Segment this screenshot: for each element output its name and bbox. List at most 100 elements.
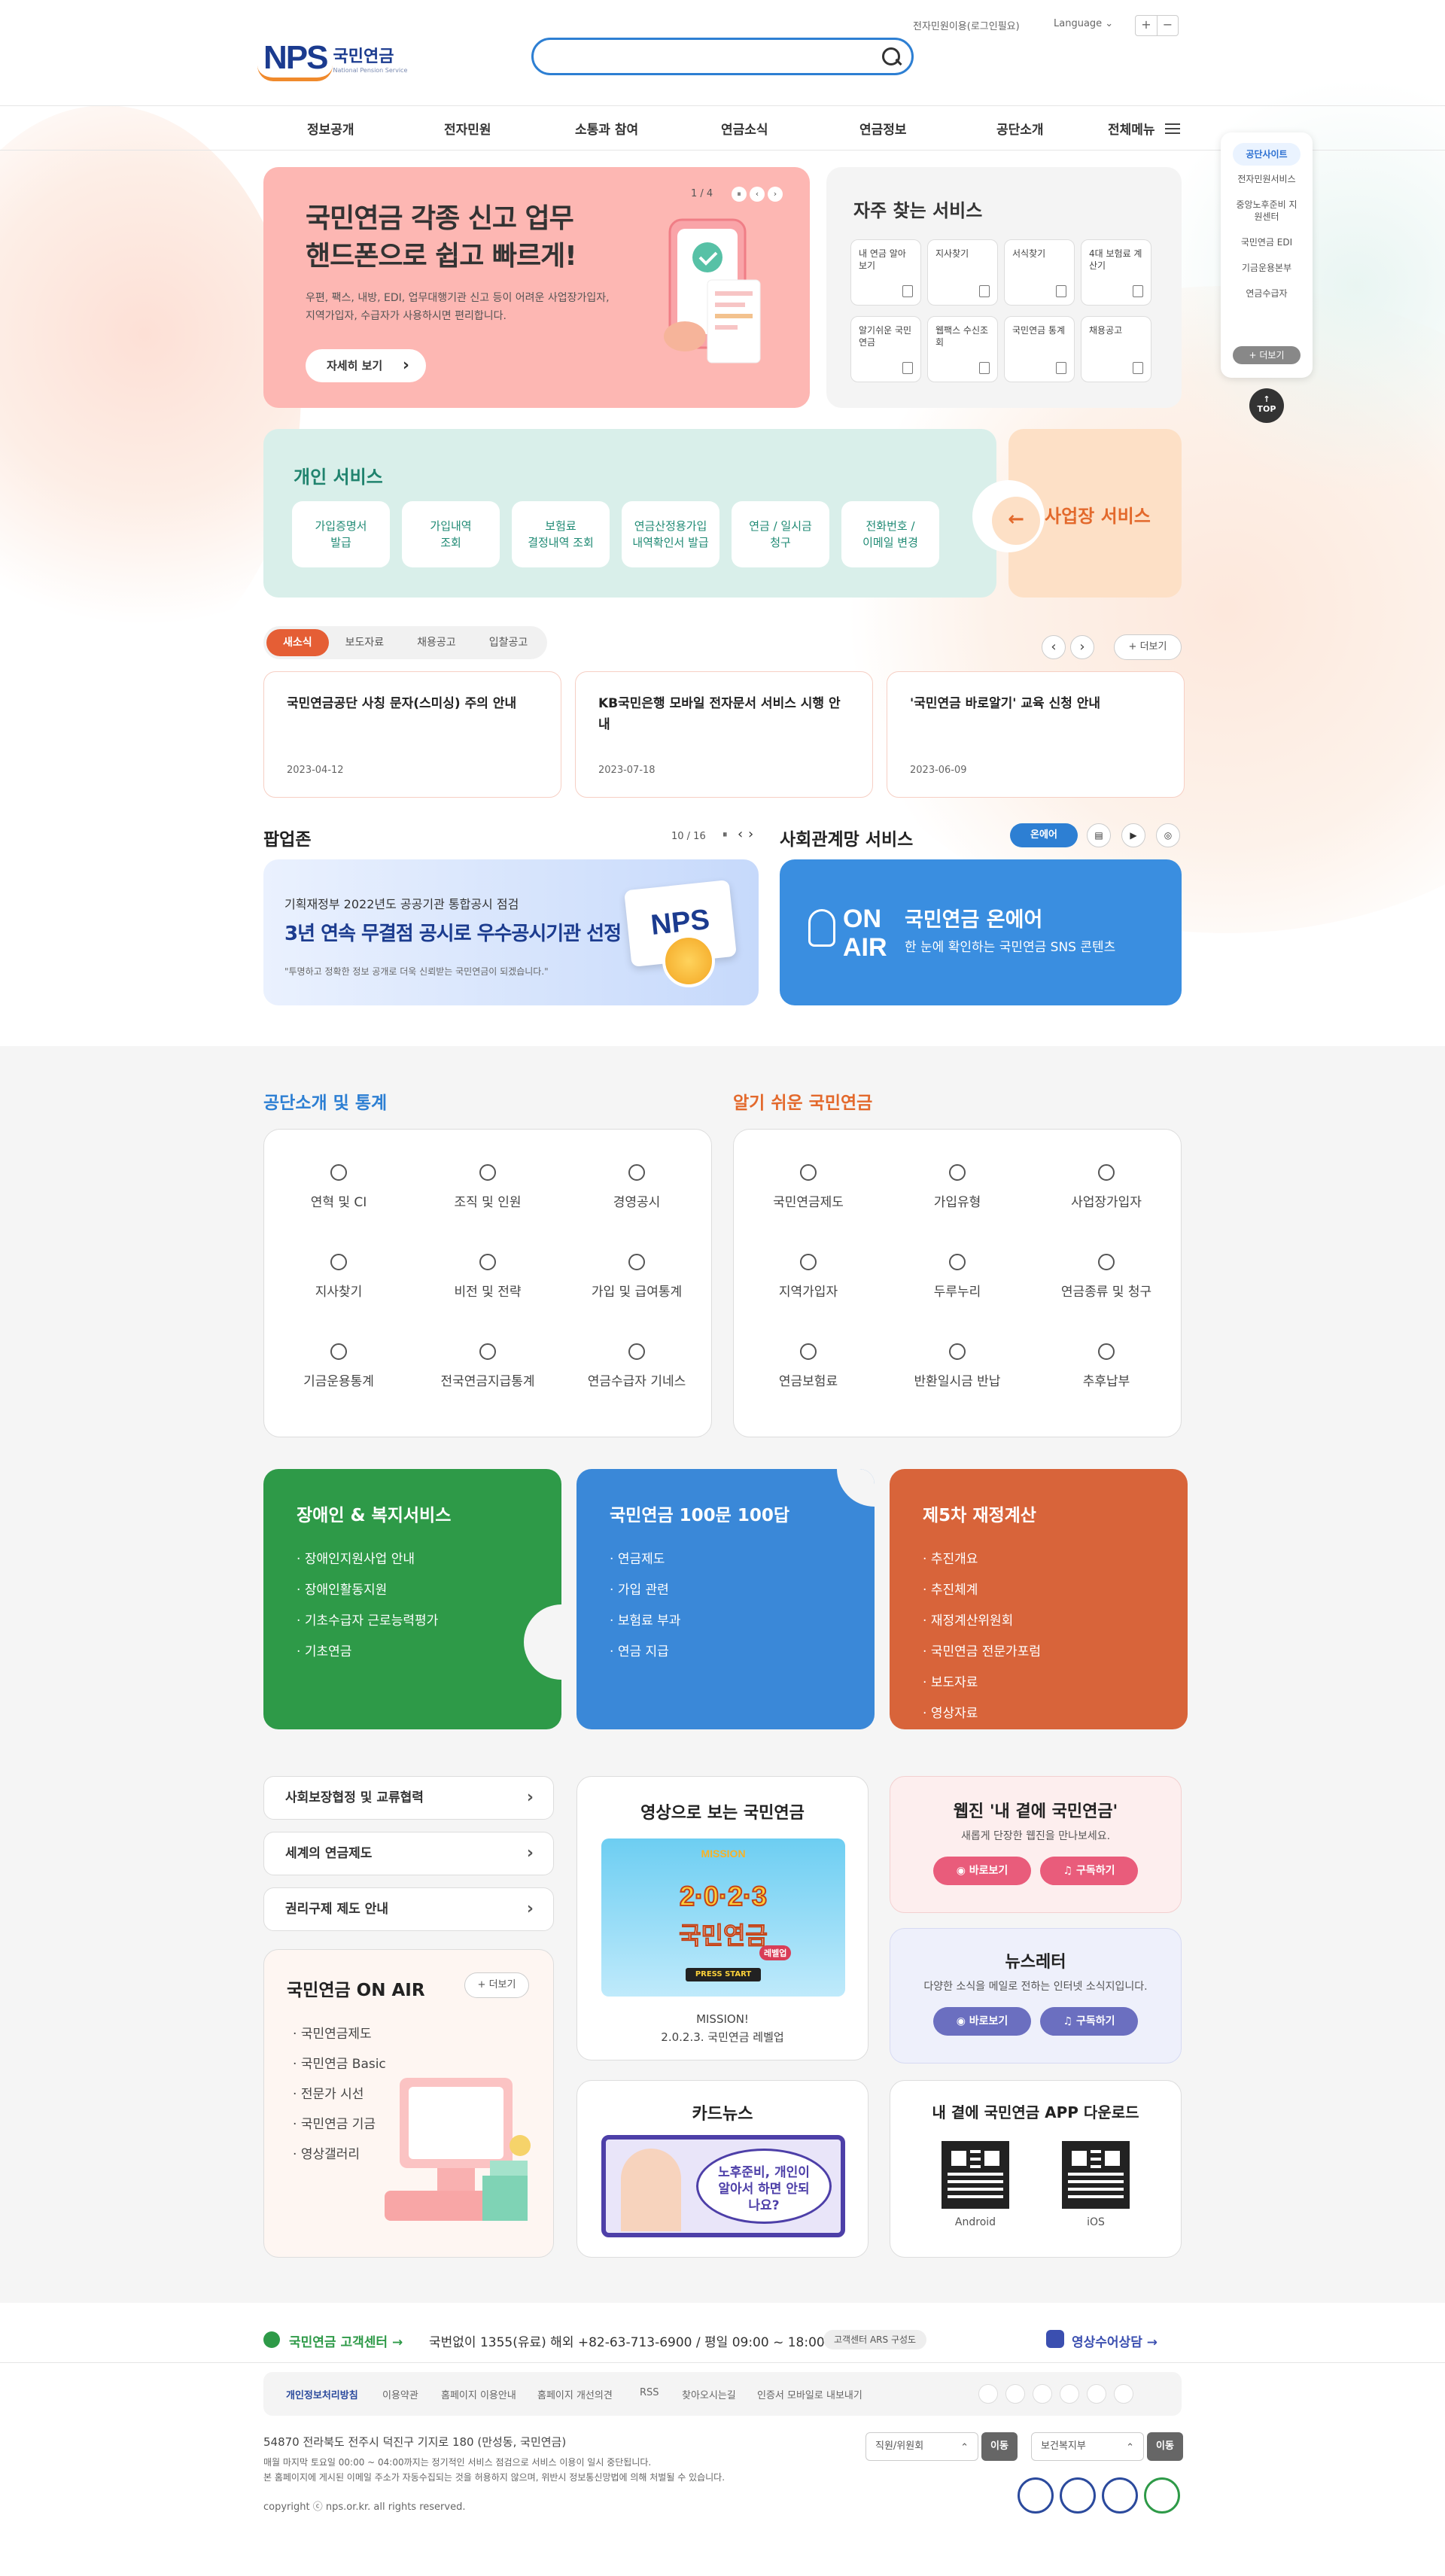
finance-link[interactable]: 재정계산위원회 (923, 1606, 1041, 1637)
business-services-button[interactable]: 사업장 서비스 (972, 429, 1182, 598)
hamburger-icon[interactable] (1165, 123, 1180, 134)
instagram-icon[interactable]: ◎ (1156, 823, 1180, 847)
intro-item[interactable]: 가입 및 급여통계 (562, 1254, 711, 1300)
sns-icon[interactable] (1114, 2384, 1133, 2404)
finance-link[interactable]: 추진개요 (923, 1544, 1041, 1575)
tab-bid[interactable]: 입찰공고 (473, 629, 545, 656)
nav-item[interactable]: 연금소식 (721, 119, 768, 138)
easy-item[interactable]: 반환일시금 반납 (883, 1343, 1032, 1389)
easy-item[interactable]: 지역가입자 (734, 1254, 883, 1300)
onair-more-button[interactable]: + 더보기 (464, 1972, 529, 1998)
personal-service-item[interactable]: 전화번호 / 이메일 변경 (841, 501, 939, 567)
customer-center-link[interactable]: 국민연금 고객센터 → (289, 2331, 403, 2350)
nav-item[interactable]: 연금정보 (859, 119, 907, 138)
easy-item[interactable]: 추후납부 (1032, 1343, 1181, 1389)
news-card[interactable]: '국민연금 바로알기' 교육 신청 안내 2023-06-09 (887, 671, 1185, 798)
video-box[interactable]: 영상으로 보는 국민연금 MISSION 2·0·2·3 국민연금 레벨업 PR… (576, 1776, 869, 2060)
search-input[interactable] (531, 38, 914, 75)
qa-link[interactable]: 연금제도 (610, 1544, 680, 1575)
frequent-service-item[interactable]: 알기쉬운 국민연금 (850, 316, 921, 382)
footer-link[interactable]: 이용약관 (382, 2387, 418, 2401)
webzine-view-button[interactable]: ◉ 바로보기 (933, 1857, 1031, 1885)
prev-icon[interactable]: ‹ (1042, 635, 1066, 659)
blog-icon[interactable]: ▤ (1087, 823, 1111, 847)
personal-service-item[interactable]: 연금 / 일시금 청구 (732, 501, 829, 567)
easy-item[interactable]: 가입유형 (883, 1164, 1032, 1210)
prev-icon[interactable]: ‹ (750, 187, 765, 202)
personal-service-item[interactable]: 보험료 결정내역 조회 (512, 501, 610, 567)
footer-link[interactable]: 홈페이지 이용안내 (441, 2387, 516, 2401)
nav-item[interactable]: 공단소개 (996, 119, 1044, 138)
footer-link[interactable]: 개인정보처리방침 (286, 2387, 358, 2401)
qa-link[interactable]: 연금 지급 (610, 1637, 680, 1668)
welfare-link[interactable]: 장애인지원사업 안내 (297, 1544, 438, 1575)
easy-item[interactable]: 국민연금제도 (734, 1164, 883, 1210)
intro-item[interactable]: 지사찾기 (264, 1254, 413, 1300)
prev-icon[interactable]: ‹ (738, 826, 743, 842)
welfare-link[interactable]: 기초수급자 근로능력평가 (297, 1606, 438, 1637)
logo[interactable]: NPS 국민연금 National Pension Service (257, 39, 407, 81)
qa-link[interactable]: 보험료 부과 (610, 1606, 681, 1637)
frequent-service-item[interactable]: 웹팩스 수신조회 (927, 316, 998, 382)
android-qr[interactable]: Android (942, 2141, 1009, 2228)
staff-select[interactable]: 직원/위원회 (865, 2432, 978, 2462)
newsletter-subscribe-button[interactable]: ♫ 구독하기 (1040, 2007, 1138, 2036)
quick-site-link[interactable]: 전자민원서비스 (1225, 173, 1308, 185)
intro-item[interactable]: 기금운용통계 (264, 1343, 413, 1389)
all-menu-button[interactable]: 전체메뉴 (1108, 119, 1155, 138)
cardnews-box[interactable]: 카드뉴스 노후준비, 개인이 알아서 하면 안되나요? (576, 2080, 869, 2258)
hero-detail-button[interactable]: 자세히 보기 (306, 349, 426, 382)
frequent-service-item[interactable]: 4대 보험료 계산기 (1081, 239, 1151, 306)
intro-item[interactable]: 전국연금지급통계 (413, 1343, 562, 1389)
intro-item[interactable]: 비전 및 전략 (413, 1254, 562, 1300)
nav-item[interactable]: 소통과 참여 (575, 119, 638, 138)
ministry-select[interactable]: 보건복지부 (1031, 2432, 1144, 2462)
footer-link[interactable]: 인증서 모바일로 내보내기 (757, 2387, 862, 2401)
frequent-service-item[interactable]: 국민연금 통계 (1004, 316, 1075, 382)
quick-sites-more-button[interactable]: + 더보기 (1233, 346, 1300, 364)
zoom-out-button[interactable]: − (1157, 16, 1178, 35)
footer-link[interactable]: 홈페이지 개선의견 (537, 2387, 613, 2401)
nav-item[interactable]: 전자민원 (444, 119, 491, 138)
welfare-link[interactable]: 기초연금 (297, 1637, 438, 1668)
facebook-icon[interactable] (978, 2384, 998, 2404)
zoom-in-button[interactable]: + (1136, 16, 1157, 35)
instagram-icon[interactable] (1005, 2384, 1025, 2404)
blog-icon[interactable] (1060, 2384, 1079, 2404)
pause-icon[interactable]: ⏸ (722, 829, 728, 841)
easy-item[interactable]: 사업장가입자 (1032, 1164, 1181, 1210)
easy-item[interactable]: 두루누리 (883, 1254, 1032, 1300)
onair-link[interactable]: 국민연금제도 (293, 2019, 386, 2049)
footer-link[interactable]: RSS (640, 2387, 659, 2398)
video-thumbnail[interactable]: MISSION 2·0·2·3 국민연금 레벨업 PRESS START (601, 1838, 845, 1997)
news-more-button[interactable]: + 더보기 (1114, 634, 1182, 660)
link-rights-relief[interactable]: 권리구제 제도 안내 (263, 1887, 554, 1931)
youtube-icon[interactable] (1033, 2384, 1052, 2404)
intro-item[interactable]: 경영공시 (562, 1164, 711, 1210)
finance-link[interactable]: 추진체계 (923, 1575, 1041, 1606)
search-icon[interactable] (880, 46, 902, 68)
intro-item[interactable]: 연혁 및 CI (264, 1164, 413, 1210)
onair-button[interactable]: 온에어 (1010, 823, 1078, 847)
quick-site-link[interactable]: 중앙노후준비 지원센터 (1225, 199, 1308, 223)
personal-service-item[interactable]: 가입증명서 발급 (292, 501, 390, 567)
frequent-service-item[interactable]: 내 연금 알아보기 (850, 239, 921, 306)
quick-site-link[interactable]: 국민연금 EDI (1225, 236, 1308, 248)
intro-item[interactable]: 조직 및 인원 (413, 1164, 562, 1210)
nav-item[interactable]: 정보공개 (307, 119, 354, 138)
next-icon[interactable]: › (768, 187, 783, 202)
easy-item[interactable]: 연금종류 및 청구 (1032, 1254, 1181, 1300)
link-social-security[interactable]: 사회보장협정 및 교류협력 (263, 1776, 554, 1820)
quick-site-link[interactable]: 기금운용본부 (1225, 262, 1308, 274)
frequent-service-item[interactable]: 채용공고 (1081, 316, 1151, 382)
footer-link[interactable]: 찾아오시는길 (682, 2387, 736, 2401)
finance-link[interactable]: 국민연금 전문가포럼 (923, 1637, 1041, 1668)
ars-button[interactable]: 고객센터 ARS 구성도 (823, 2330, 927, 2349)
intro-item[interactable]: 연금수급자 기네스 (562, 1343, 711, 1389)
quick-site-link[interactable]: 연금수급자 (1225, 287, 1308, 300)
finance-link[interactable]: 영상자료 (923, 1699, 1041, 1729)
pause-icon[interactable]: ⏸ (732, 187, 747, 202)
webzine-subscribe-button[interactable]: ♫ 구독하기 (1040, 1857, 1138, 1885)
frequent-service-item[interactable]: 지사찾기 (927, 239, 998, 306)
news-card[interactable]: KB국민은행 모바일 전자문서 서비스 시행 안내 2023-07-18 (575, 671, 873, 798)
